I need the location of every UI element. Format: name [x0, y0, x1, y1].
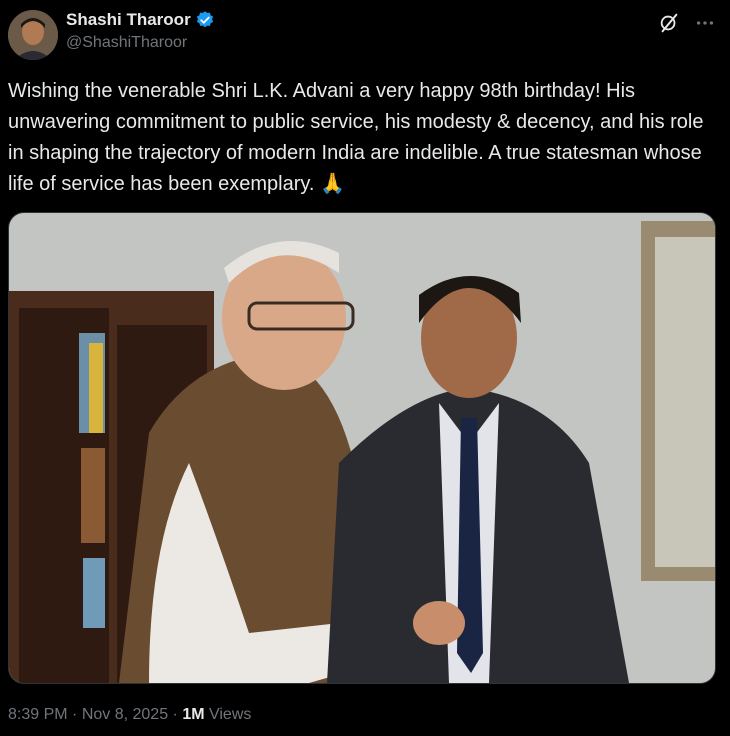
grok-icon[interactable] [658, 12, 680, 34]
views-count: 1M [182, 706, 205, 723]
meta-separator: · [168, 706, 183, 723]
meta-separator: · [67, 706, 82, 723]
tweet-header: Shashi Tharoor @ShashiTharoor [8, 8, 720, 60]
author-name-row[interactable]: Shashi Tharoor [66, 10, 215, 30]
author-handle[interactable]: @ShashiTharoor [66, 34, 215, 52]
tweet-time[interactable]: 8:39 PM [8, 706, 68, 723]
tweet-meta: 8:39 PM · Nov 8, 2025 · 1M Views [8, 706, 251, 724]
author-name[interactable]: Shashi Tharoor [66, 10, 191, 30]
more-options-icon[interactable] [694, 12, 716, 34]
tweet-photo[interactable] [8, 212, 716, 684]
tweet-text: Wishing the venerable Shri L.K. Advani a… [8, 80, 710, 195]
avatar[interactable] [8, 10, 58, 60]
verified-badge-icon [195, 10, 215, 30]
views-label: Views [204, 706, 252, 723]
tweet-date[interactable]: Nov 8, 2025 [82, 706, 168, 723]
